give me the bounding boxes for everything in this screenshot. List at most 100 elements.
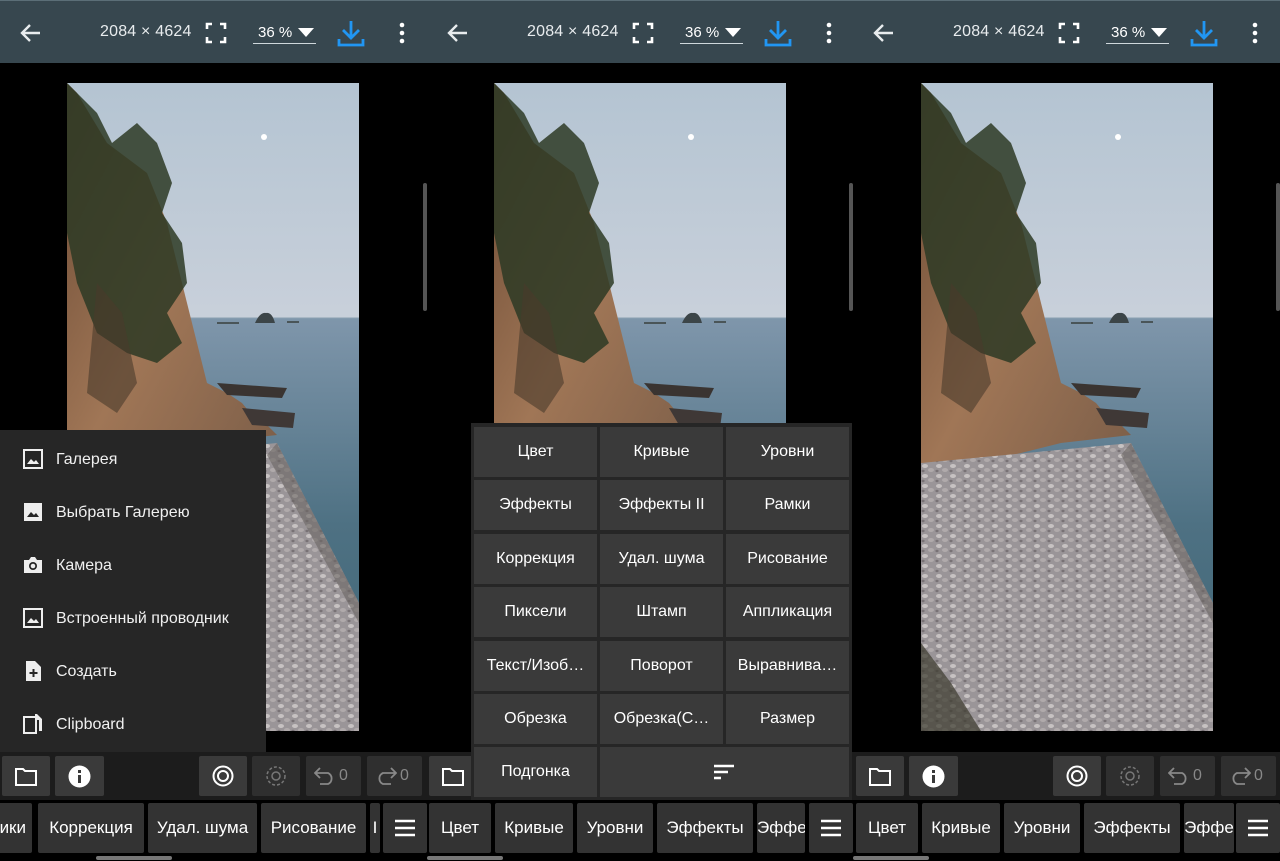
- tool-chip[interactable]: Эффе: [1184, 803, 1234, 853]
- tools-menu-button[interactable]: [383, 803, 427, 853]
- menu-item-choose-gallery[interactable]: Выбрать Галерею: [0, 485, 266, 538]
- scroll-indicator: [96, 856, 172, 860]
- more-vert-icon[interactable]: [820, 21, 838, 45]
- tool-fit[interactable]: Подгонка: [474, 747, 597, 797]
- zoom-dropdown[interactable]: 36 %: [1106, 22, 1169, 44]
- top-app-bar: 2084 × 4624 36 %: [0, 0, 427, 63]
- tool-pixels[interactable]: Пиксели: [474, 587, 597, 637]
- undo-icon: [1168, 767, 1187, 785]
- tool-chip[interactable]: Коррекция: [38, 803, 144, 853]
- fit-screen-icon[interactable]: [1058, 22, 1080, 44]
- tool-levels[interactable]: Уровни: [726, 427, 849, 477]
- tool-applique[interactable]: Аппликация: [726, 587, 849, 637]
- menu-item-clipboard[interactable]: Clipboard: [0, 697, 266, 750]
- info-button[interactable]: [909, 756, 958, 796]
- tool-text-image[interactable]: Текст/Изоб…: [474, 641, 597, 691]
- tool-chip[interactable]: Цвет: [429, 803, 491, 853]
- redo-icon: [1232, 767, 1251, 785]
- undo-button[interactable]: 0: [306, 756, 361, 796]
- menu-item-gallery[interactable]: Галерея: [0, 432, 266, 485]
- back-arrow-icon[interactable]: [18, 20, 44, 46]
- menu-item-camera[interactable]: Камера: [0, 538, 266, 591]
- scroll-indicator: [853, 856, 929, 860]
- image-dimensions: 2084 × 4624: [527, 23, 619, 40]
- history-icon: [1120, 766, 1140, 786]
- tool-frames[interactable]: Рамки: [726, 480, 849, 530]
- info-icon: [922, 765, 945, 788]
- tool-chip[interactable]: Рисование: [261, 803, 366, 853]
- back-arrow-icon[interactable]: [871, 20, 897, 46]
- dropdown-arrow-icon: [298, 28, 314, 37]
- tool-chip[interactable]: Эффекты: [657, 803, 753, 853]
- tool-crop[interactable]: Обрезка: [474, 694, 597, 744]
- folder-icon: [442, 768, 464, 786]
- tool-chip[interactable]: Кривые: [922, 803, 1000, 853]
- tool-correction[interactable]: Коррекция: [474, 534, 597, 584]
- image-dimensions: 2084 × 4624: [953, 23, 1045, 40]
- bottom-toolbar: 0 0: [853, 752, 1280, 800]
- open-folder-button[interactable]: [2, 756, 50, 796]
- tool-chip[interactable]: I: [370, 803, 380, 853]
- tool-color[interactable]: Цвет: [474, 427, 597, 477]
- image-preview[interactable]: [921, 83, 1213, 731]
- undo-button[interactable]: 0: [1160, 756, 1215, 796]
- history-button[interactable]: [252, 756, 300, 796]
- open-source-menu: Галерея Выбрать Галерею Камера Встроенны…: [0, 430, 266, 752]
- sort-tools-button[interactable]: [600, 747, 849, 797]
- download-icon[interactable]: [1189, 18, 1219, 48]
- tool-chip[interactable]: Эффекты: [1084, 803, 1180, 853]
- compare-button[interactable]: [199, 756, 247, 796]
- top-app-bar: 2084 × 4624 36 %: [427, 0, 853, 63]
- redo-button[interactable]: 0: [367, 756, 422, 796]
- hamburger-icon: [1248, 819, 1268, 837]
- tools-menu-button[interactable]: [1236, 803, 1280, 853]
- tools-menu-button[interactable]: [809, 803, 853, 853]
- tool-stamp[interactable]: Штамп: [600, 587, 723, 637]
- tool-chip[interactable]: Уровни: [577, 803, 653, 853]
- redo-icon: [378, 767, 397, 785]
- zoom-dropdown[interactable]: 36 %: [680, 22, 743, 44]
- download-icon[interactable]: [763, 18, 793, 48]
- file-plus-icon: [26, 661, 41, 681]
- tool-chip[interactable]: Уровни: [1004, 803, 1080, 853]
- tools-grid-menu: Цвет Кривые Уровни Эффекты Эффекты II Ра…: [471, 423, 852, 800]
- more-vert-icon[interactable]: [393, 21, 411, 45]
- image-filled-icon: [24, 503, 42, 521]
- tool-resize[interactable]: Размер: [726, 694, 849, 744]
- menu-item-create[interactable]: Создать: [0, 644, 266, 697]
- editor-panel-1: 2084 × 4624 36 % Галерея Выбрать Галерею…: [0, 0, 427, 861]
- tool-effects[interactable]: Эффекты: [474, 480, 597, 530]
- open-folder-button[interactable]: [429, 756, 477, 796]
- tool-drawing[interactable]: Рисование: [726, 534, 849, 584]
- menu-item-builtin-explorer[interactable]: Встроенный проводник: [0, 591, 266, 644]
- history-button[interactable]: [1106, 756, 1154, 796]
- tool-chip[interactable]: Эффе: [757, 803, 805, 853]
- tool-align[interactable]: Выравнива…: [726, 641, 849, 691]
- more-vert-icon[interactable]: [1246, 21, 1264, 45]
- fit-screen-icon[interactable]: [632, 22, 654, 44]
- tool-chip[interactable]: Удал. шума: [148, 803, 257, 853]
- tool-curves[interactable]: Кривые: [600, 427, 723, 477]
- redo-button[interactable]: 0: [1221, 756, 1276, 796]
- zoom-dropdown[interactable]: 36 %: [253, 22, 316, 44]
- dropdown-arrow-icon: [725, 28, 741, 37]
- fit-screen-icon[interactable]: [205, 22, 227, 44]
- zoom-value: 36 %: [1111, 24, 1146, 41]
- download-icon[interactable]: [336, 18, 366, 48]
- open-folder-button[interactable]: [856, 756, 904, 796]
- tool-denoise[interactable]: Удал. шума: [600, 534, 723, 584]
- tool-chip[interactable]: Цвет: [856, 803, 918, 853]
- tool-crop-special[interactable]: Обрезка(С…: [600, 694, 723, 744]
- info-button[interactable]: [55, 756, 104, 796]
- compare-button[interactable]: [1053, 756, 1101, 796]
- tool-effects-2[interactable]: Эффекты II: [600, 480, 723, 530]
- bottom-toolbar: 0 0: [0, 752, 427, 800]
- tool-chip[interactable]: Кривые: [495, 803, 573, 853]
- back-arrow-icon[interactable]: [445, 20, 471, 46]
- clipboard-icon: [23, 714, 42, 734]
- info-icon: [68, 765, 91, 788]
- scroll-handle[interactable]: [1276, 183, 1280, 311]
- target-icon: [1066, 765, 1088, 787]
- tool-rotate[interactable]: Поворот: [600, 641, 723, 691]
- tool-chip[interactable]: ики: [0, 803, 32, 853]
